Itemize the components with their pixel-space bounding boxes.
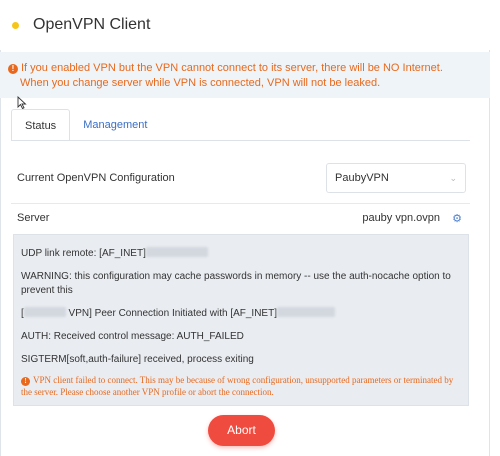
config-select[interactable]: PaubyVPN ⌄ [326, 163, 466, 193]
log-line-peer: [ VPN] Peer Connection Initiated with [A… [21, 307, 461, 321]
log-line-warning: WARNING: this configuration may cache pa… [21, 271, 451, 296]
log-text-udp: UDP link remote: [AF_INET] [21, 248, 146, 259]
connection-log: UDP link remote: [AF_INET] WARNING: this… [13, 234, 469, 406]
server-row: Server pauby vpn.ovpn ⚙ [11, 212, 470, 228]
exclamation-circle-icon: ! [8, 64, 18, 74]
server-value: pauby vpn.ovpn [362, 212, 440, 224]
warning-text-1: If you enabled VPN but the VPN cannot co… [21, 62, 443, 74]
panel-header: OpenVPN Client [0, 0, 490, 50]
redacted-address [145, 247, 208, 257]
page-title: OpenVPN Client [33, 16, 151, 33]
exclamation-circle-icon: ! [21, 377, 30, 386]
tab-management[interactable]: Management [70, 109, 160, 141]
chevron-down-icon: ⌄ [449, 173, 457, 183]
tab-divider [11, 140, 470, 141]
tab-bar: Status Management [11, 109, 160, 141]
mouse-cursor-icon [17, 96, 27, 110]
status-indicator-dot [12, 21, 19, 29]
redacted-address [277, 307, 335, 317]
warning-line-1: ! If you enabled VPN but the VPN cannot c… [8, 61, 482, 76]
log-line-auth: AUTH: Received control message: AUTH_FAI… [21, 331, 244, 342]
log-error-message: ! VPN client failed to connect. This may … [21, 374, 461, 398]
warning-text-2: When you change server while VPN is conn… [20, 77, 381, 89]
config-select-value: PaubyVPN [335, 172, 389, 184]
config-row: Current OpenVPN Configuration PaubyVPN ⌄ [11, 160, 470, 196]
tab-status[interactable]: Status [11, 109, 71, 141]
warning-banner: ! If you enabled VPN but the VPN cannot c… [0, 52, 490, 98]
abort-button[interactable]: Abort [208, 415, 275, 446]
redacted-name [23, 307, 66, 317]
row-divider [11, 203, 470, 204]
log-line-sigterm: SIGTERM[soft,auth-failure] received, pro… [21, 354, 254, 365]
log-error-text: VPN client failed to connect. This may b… [21, 375, 454, 397]
server-label: Server [17, 212, 50, 224]
gear-icon[interactable]: ⚙ [452, 212, 462, 225]
log-line-udp: UDP link remote: [AF_INET] [21, 247, 461, 261]
config-label: Current OpenVPN Configuration [17, 172, 175, 184]
log-text-peer: VPN] Peer Connection Initiated with [AF_… [65, 308, 277, 319]
